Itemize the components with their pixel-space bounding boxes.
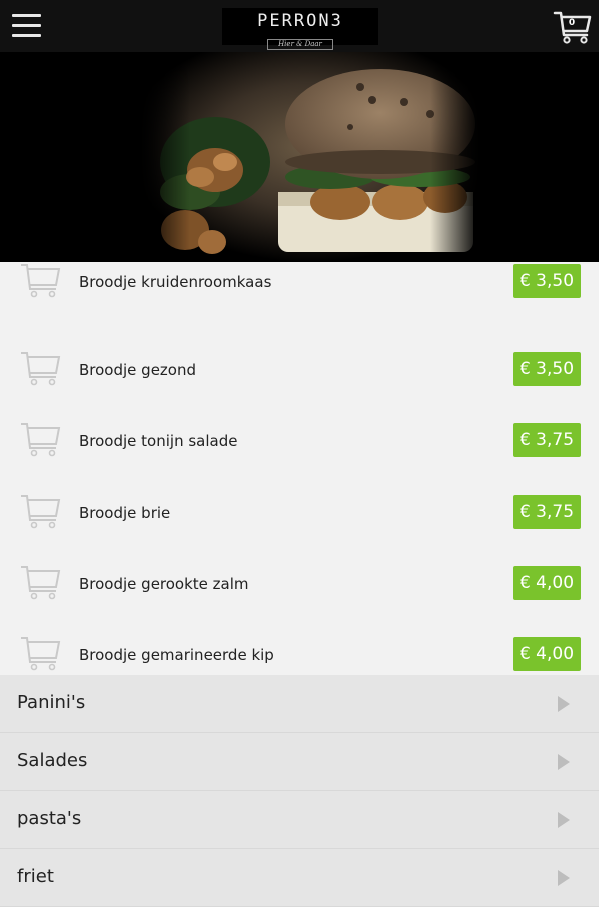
- perron3-logo[interactable]: PERRON3 Hier & Daar: [222, 8, 378, 50]
- cart-count-badge: 0: [568, 18, 576, 28]
- product-name: Broodje gezond: [79, 361, 196, 380]
- chevron-right-icon: [558, 870, 570, 886]
- add-to-cart-icon[interactable]: [18, 347, 62, 389]
- product-row[interactable]: Broodje gezond € 3,50: [0, 333, 599, 405]
- product-name: Broodje gemarineerde kip: [79, 645, 274, 664]
- hero-food-image: [0, 52, 599, 262]
- menu-line: [12, 14, 41, 17]
- product-name: Broodje brie: [79, 503, 171, 522]
- add-to-cart-icon[interactable]: [18, 259, 62, 301]
- price-badge[interactable]: € 3,50: [513, 264, 581, 298]
- price-badge[interactable]: € 4,00: [513, 636, 581, 671]
- product-name: Broodje kruidenroomkaas: [79, 273, 272, 291]
- product-name: Broodje gerookte zalm: [79, 574, 249, 593]
- category-list: Panini's Salades pasta's friet: [0, 675, 599, 907]
- chevron-right-icon: [558, 812, 570, 828]
- price-badge[interactable]: € 3,75: [513, 423, 581, 458]
- product-list: Broodje kruidenroomkaas € 3,50 Broodje g…: [0, 259, 599, 690]
- hamburger-menu-icon[interactable]: [12, 14, 42, 38]
- top-bar: PERRON3 Hier & Daar 0: [0, 0, 599, 52]
- product-row[interactable]: Broodje tonijn salade € 3,75: [0, 404, 599, 476]
- logo-subtext: Hier & Daar: [267, 39, 333, 50]
- chevron-right-icon: [558, 754, 570, 770]
- price-badge[interactable]: € 3,75: [513, 494, 581, 529]
- category-label: Salades: [17, 750, 88, 771]
- category-label: pasta's: [17, 808, 82, 829]
- category-label: Panini's: [17, 692, 86, 713]
- add-to-cart-icon[interactable]: [18, 490, 62, 532]
- product-name: Broodje tonijn salade: [79, 432, 238, 451]
- category-label: friet: [17, 866, 54, 887]
- product-row[interactable]: Broodje brie € 3,75: [0, 475, 599, 547]
- price-badge[interactable]: € 4,00: [513, 565, 581, 600]
- shopping-cart-button[interactable]: 0: [553, 9, 593, 45]
- add-to-cart-icon[interactable]: [18, 418, 62, 460]
- logo-text: PERRON3: [257, 11, 343, 31]
- add-to-cart-icon[interactable]: [18, 632, 62, 674]
- category-salades[interactable]: Salades: [0, 733, 599, 791]
- sandwich-image: [140, 52, 480, 262]
- product-row[interactable]: Broodje gerookte zalm € 4,00: [0, 546, 599, 618]
- add-to-cart-icon[interactable]: [18, 561, 62, 603]
- category-friet[interactable]: friet: [0, 849, 599, 907]
- menu-line: [12, 34, 41, 37]
- category-paninis[interactable]: Panini's: [0, 675, 599, 733]
- price-badge[interactable]: € 3,50: [513, 352, 581, 387]
- menu-line: [12, 24, 41, 27]
- product-row[interactable]: Broodje kruidenroomkaas € 3,50: [0, 259, 599, 334]
- chevron-right-icon: [558, 696, 570, 712]
- category-pastas[interactable]: pasta's: [0, 791, 599, 849]
